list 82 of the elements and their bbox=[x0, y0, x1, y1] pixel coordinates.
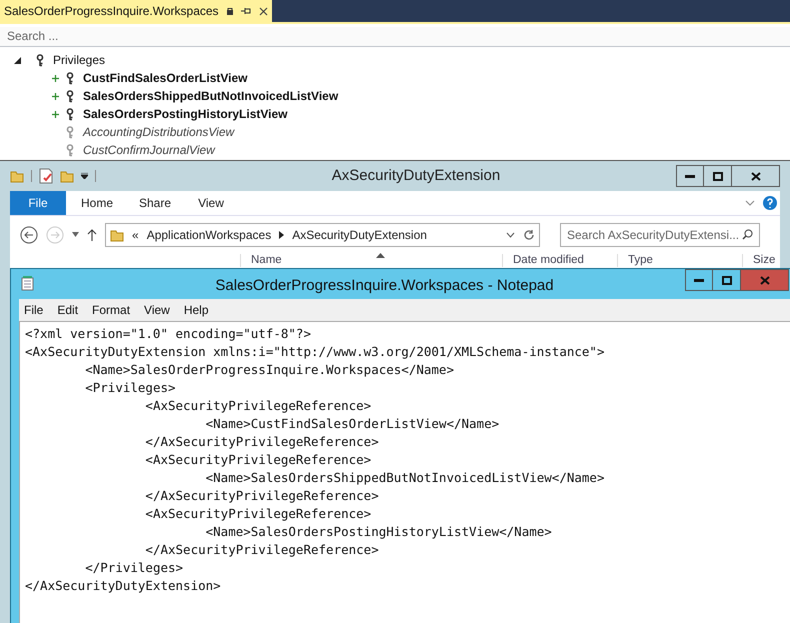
code-line: </Privileges> bbox=[84, 559, 184, 577]
maximize-icon bbox=[712, 172, 722, 180]
tree-item[interactable]: Privileges bbox=[53, 51, 106, 69]
minimize-button[interactable] bbox=[676, 165, 704, 187]
caret-icon[interactable] bbox=[72, 232, 79, 237]
document-tab[interactable]: SalesOrderProgressInquire.Workspaces bbox=[0, 0, 272, 22]
code-line: <Name>SalesOrdersShippedButNotInvoicedListView</Name> bbox=[204, 469, 604, 487]
properties-icon[interactable] bbox=[39, 168, 53, 184]
key-icon bbox=[66, 72, 74, 84]
search-placeholder: Search AxSecurityDutyExtensi... bbox=[567, 226, 740, 244]
code-line: </AxSecurityDutyExtension> bbox=[25, 577, 221, 595]
tree-item[interactable]: CustConfirmJournalView bbox=[83, 141, 215, 159]
maximize-icon bbox=[722, 276, 732, 284]
expanded-arrow-icon[interactable] bbox=[14, 56, 21, 64]
lock-icon[interactable] bbox=[226, 7, 233, 15]
column-header[interactable]: Name bbox=[240, 254, 502, 267]
code-line: <AxSecurityDutyExtension xmlns:i="http://www.w3.org/2001/XMLSchema-instance"> bbox=[25, 343, 604, 361]
column-header[interactable]: Type bbox=[617, 254, 742, 267]
text-area[interactable] bbox=[19, 321, 790, 623]
key-icon bbox=[66, 126, 74, 138]
search-field[interactable]: Search ... bbox=[0, 26, 790, 46]
breadcrumb-item[interactable]: ApplicationWorkspaces bbox=[146, 226, 272, 244]
code-line: <AxSecurityPrivilegeReference> bbox=[144, 505, 372, 523]
menu-item[interactable]: Format bbox=[92, 301, 130, 319]
close-icon bbox=[750, 172, 760, 180]
tree-item[interactable]: AccountingDistributionsView bbox=[83, 123, 234, 141]
expand-plus-icon[interactable] bbox=[52, 110, 59, 118]
folder-icon bbox=[110, 228, 124, 242]
ribbon-tab[interactable]: File bbox=[10, 191, 66, 215]
code-line: <AxSecurityPrivilegeReference> bbox=[144, 397, 372, 415]
code-line: <Name>SalesOrdersPostingHistoryListView</Name> bbox=[204, 523, 552, 541]
code-line: </AxSecurityPrivilegeReference> bbox=[144, 541, 379, 559]
code-line: </AxSecurityPrivilegeReference> bbox=[144, 487, 379, 505]
back-icon[interactable] bbox=[20, 226, 38, 244]
code-line: <Name>SalesOrderProgressInquire.Workspaces</Name> bbox=[84, 361, 454, 379]
up-icon[interactable] bbox=[87, 228, 97, 240]
address-bar[interactable]: « ApplicationWorkspaces AxSecurityDutyExtension bbox=[105, 222, 540, 246]
ribbon-tab[interactable]: Home bbox=[66, 191, 124, 215]
dropdown-icon[interactable] bbox=[81, 173, 88, 179]
ribbon-tab[interactable]: Share bbox=[124, 191, 182, 215]
chevron-down-icon[interactable] bbox=[745, 200, 755, 206]
code-line: <?xml version="1.0" encoding="utf-8"?> bbox=[25, 325, 311, 343]
expand-plus-icon[interactable] bbox=[52, 74, 59, 82]
search-icon bbox=[742, 229, 753, 240]
column-header[interactable]: Size bbox=[742, 254, 782, 267]
minimize-icon bbox=[685, 174, 695, 178]
breadcrumb-separator-icon[interactable] bbox=[279, 230, 284, 238]
ribbon-tab[interactable]: View bbox=[182, 191, 240, 215]
sort-arrow-icon bbox=[376, 253, 385, 258]
close-icon[interactable] bbox=[258, 6, 268, 16]
notepad-icon[interactable] bbox=[21, 276, 34, 291]
window-title: SalesOrderProgressInquire.Workspaces - Notepad bbox=[214, 276, 555, 296]
code-line: </AxSecurityPrivilegeReference> bbox=[144, 433, 379, 451]
code-line: <Privileges> bbox=[84, 379, 176, 397]
close-button[interactable] bbox=[732, 165, 780, 187]
key-icon bbox=[36, 54, 44, 66]
code-line: <Name>CustFindSalesOrderListView</Name> bbox=[204, 415, 500, 433]
key-icon bbox=[66, 90, 74, 102]
search-field[interactable]: Search AxSecurityDutyExtensi... bbox=[560, 222, 760, 246]
tree-item[interactable]: CustFindSalesOrderListView bbox=[83, 69, 248, 87]
expand-plus-icon[interactable] bbox=[52, 92, 59, 100]
tree-item[interactable]: SalesOrdersShippedButNotInvoicedListView bbox=[83, 87, 338, 105]
minimize-icon bbox=[694, 278, 704, 282]
refresh-icon[interactable] bbox=[523, 228, 535, 240]
chevron-down-icon[interactable] bbox=[506, 232, 515, 238]
key-icon bbox=[66, 108, 74, 120]
breadcrumb-item[interactable]: AxSecurityDutyExtension bbox=[292, 226, 427, 244]
tree-item[interactable]: SalesOrdersPostingHistoryListView bbox=[83, 105, 288, 123]
column-header[interactable]: Date modified bbox=[502, 254, 617, 267]
menu-item[interactable]: View bbox=[144, 301, 170, 319]
minimize-button[interactable] bbox=[685, 269, 713, 291]
tab-title: SalesOrderProgressInquire.Workspaces bbox=[4, 3, 219, 20]
key-icon bbox=[66, 144, 74, 156]
window-title: AxSecurityDutyExtension bbox=[330, 166, 502, 186]
breadcrumb-overflow[interactable]: « bbox=[132, 226, 139, 244]
menu-item[interactable]: File bbox=[24, 301, 44, 319]
pin-icon[interactable] bbox=[240, 7, 251, 15]
menu-item[interactable]: Help bbox=[184, 301, 209, 319]
help-icon[interactable] bbox=[763, 196, 777, 210]
code-line: <AxSecurityPrivilegeReference> bbox=[144, 451, 372, 469]
close-icon bbox=[760, 276, 770, 284]
menu-item[interactable]: Edit bbox=[57, 301, 78, 319]
